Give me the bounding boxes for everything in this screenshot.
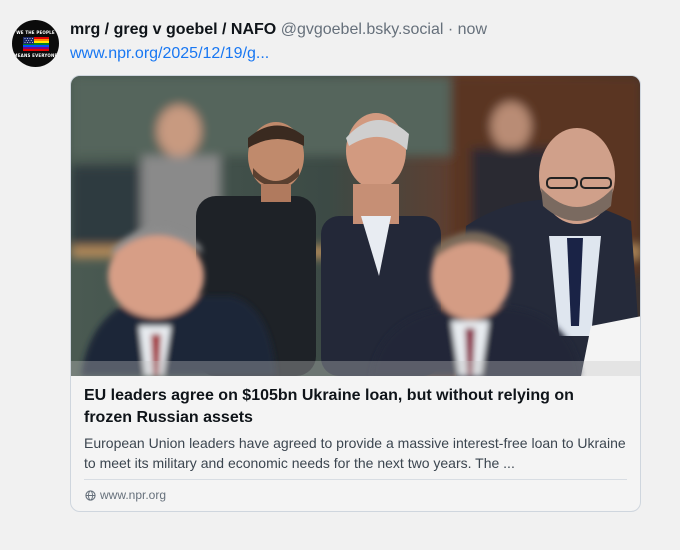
separator-dot: · <box>447 21 454 38</box>
avatar-text-top: WE THE PEOPLE <box>16 29 55 35</box>
post[interactable]: WE THE PEOPLE MEANS EVERYONE mrg / greg … <box>0 0 680 550</box>
card-domain-row: www.npr.org <box>85 487 166 503</box>
post-time[interactable]: now <box>458 21 487 38</box>
avatar-text-bottom: MEANS EVERYONE <box>13 52 58 58</box>
post-header: mrg / greg v goebel / NAFO @gvgoebel.bsk… <box>70 20 487 40</box>
rainbow-flag-icon <box>22 36 49 51</box>
card-title[interactable]: EU leaders agree on $105bn Ukraine loan,… <box>84 385 624 429</box>
card-description: European Union leaders have agreed to pr… <box>84 435 626 471</box>
avatar[interactable]: WE THE PEOPLE MEANS EVERYONE <box>12 20 59 67</box>
handle[interactable]: @gvgoebel.bsky.social <box>281 21 444 38</box>
display-name[interactable]: mrg / greg v goebel / NAFO <box>70 21 276 38</box>
news-photo-image <box>71 76 640 376</box>
card-domain: www.npr.org <box>100 488 167 502</box>
card-divider <box>84 479 627 480</box>
post-link[interactable]: www.npr.org/2025/12/19/g... <box>70 44 269 64</box>
link-preview-card[interactable]: EU leaders agree on $105bn Ukraine loan,… <box>70 75 641 512</box>
globe-icon <box>85 489 96 501</box>
